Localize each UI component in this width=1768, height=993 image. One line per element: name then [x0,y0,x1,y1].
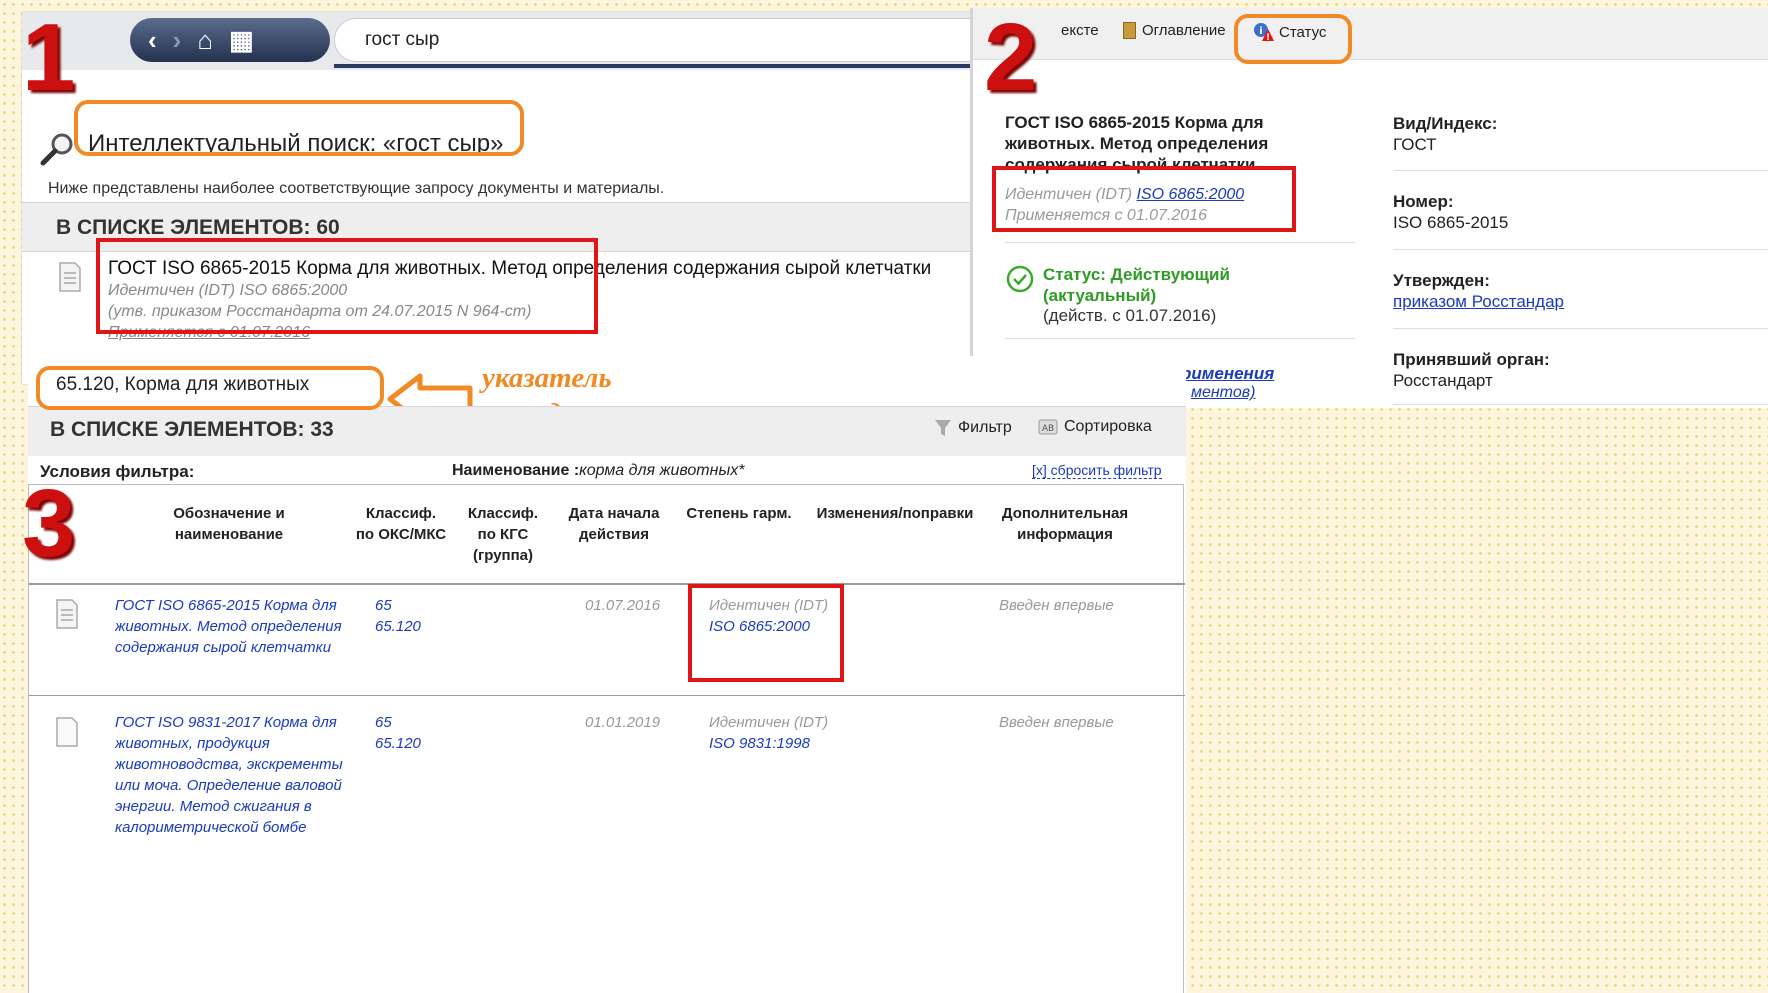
divider [1393,249,1768,250]
results-count: В СПИСКЕ ЭЛЕМЕНТОВ: 60 [56,216,340,239]
col-header-changes[interactable]: Изменения/поправки [805,503,985,524]
row-oks-code[interactable]: 65.120 [375,616,421,637]
forward-icon[interactable]: › [173,27,182,53]
row-oks-code[interactable]: 65.120 [375,733,421,754]
approved-label: Утвержден: [1393,271,1490,290]
list-count: В СПИСКЕ ЭЛЕМЕНТОВ: 33 [50,418,334,441]
row-date: 01.07.2016 [585,597,661,614]
funnel-icon [935,420,951,436]
filter-name-label: Наименование : [452,462,580,479]
body-label: Принявший орган: [1393,350,1550,369]
highlight-identical [992,166,1296,232]
search-subtitle: Ниже представлены наиболее соответствующ… [48,180,665,197]
col-header-date[interactable]: Дата начала действия [557,503,671,545]
divider [1393,170,1768,171]
marker-one: 1 [22,4,76,111]
highlight-harmonization [688,584,844,682]
col-header-kgs[interactable]: Классиф. по КГС (группа) [457,503,549,566]
type-label: Вид/Индекс: [1393,114,1498,133]
row-name-link[interactable]: ГОСТ ISO 6865-2015 Корма для животных. М… [115,595,355,658]
divider [1393,404,1768,405]
sort-button-label: Сортировка [1064,418,1152,435]
navigation-controls: ‹ › ⌂ ▦ [130,18,330,62]
book-icon [1123,22,1136,39]
marker-three: 3 [22,470,76,577]
document-icon [59,262,81,292]
filter-condition: Наименование :корма для животных* [452,462,744,480]
row-harm-link[interactable]: ISO 9831:1998 [709,735,810,752]
status-text: Статус: Действующий (актуальный) [1043,265,1230,305]
divider [1005,338,1355,339]
reset-filter-link[interactable]: [x] сбросить фильтр [1032,462,1162,479]
tab-text[interactable]: ексте [1061,22,1099,39]
document-icon [56,599,78,629]
highlight-result [96,238,598,334]
row-harmonization: Идентичен (IDT) ISO 9831:1998 [709,712,829,754]
sort-button[interactable]: AB Сортировка [1038,418,1152,436]
row-date: 01.01.2019 [585,714,661,731]
col-header-info[interactable]: Дополнительная информация [991,503,1139,545]
status-date: (действ. с 01.07.2016) [1043,306,1217,325]
filter-button-label: Фильтр [958,419,1012,436]
header-divider [29,583,1185,585]
highlight-status-tab [1234,14,1352,64]
row-oks-code[interactable]: 65 [375,595,392,616]
row-info: Введен впервые [999,714,1114,731]
grid-icon[interactable]: ▦ [229,27,254,53]
highlight-search-heading [74,100,524,156]
pointer-caption-line1: указатель [482,362,612,394]
approved-link[interactable]: приказом Росстандар [1393,292,1564,312]
check-circle-icon [1006,265,1034,293]
tab-contents-label: Оглавление [1142,22,1226,39]
row-oks-code[interactable]: 65 [375,712,392,733]
filter-name-value: корма для животных* [579,462,745,479]
document-icon [56,717,78,747]
body-value: Росстандарт [1393,371,1493,390]
back-icon[interactable]: ‹ [148,27,157,53]
sort-icon: AB [1038,419,1058,435]
standards-index-panel: 65.120, Корма для животных указатель ста… [28,356,1186,993]
magnifier-icon [40,133,73,166]
number-value: ISO 6865-2015 [1393,213,1509,232]
filter-button[interactable]: Фильтр [934,418,1012,438]
home-icon[interactable]: ⌂ [197,27,213,53]
col-header-oks[interactable]: Классиф. по ОКС/МКС [355,503,447,545]
col-header-harm[interactable]: Степень гарм. [679,503,799,524]
type-value: ГОСТ [1393,135,1437,154]
row-divider [29,695,1185,696]
divider [1393,328,1768,329]
row-harm-prefix: Идентичен (IDT) [709,714,829,731]
features-link-tail[interactable]: ментов) [1191,384,1255,402]
marker-two: 2 [984,4,1038,111]
standards-table: Обозначение и наименование Классиф. по О… [28,484,1185,993]
col-header-name[interactable]: Обозначение и наименование [139,503,319,545]
row-info: Введен впервые [999,597,1114,614]
highlight-rubric [36,366,384,410]
divider [1005,242,1355,243]
row-name-link[interactable]: ГОСТ ISO 9831-2017 Корма для животных, п… [115,712,355,838]
number-label: Номер: [1393,192,1454,211]
svg-text:AB: AB [1042,424,1054,434]
tab-contents[interactable]: Оглавление [1123,22,1226,39]
